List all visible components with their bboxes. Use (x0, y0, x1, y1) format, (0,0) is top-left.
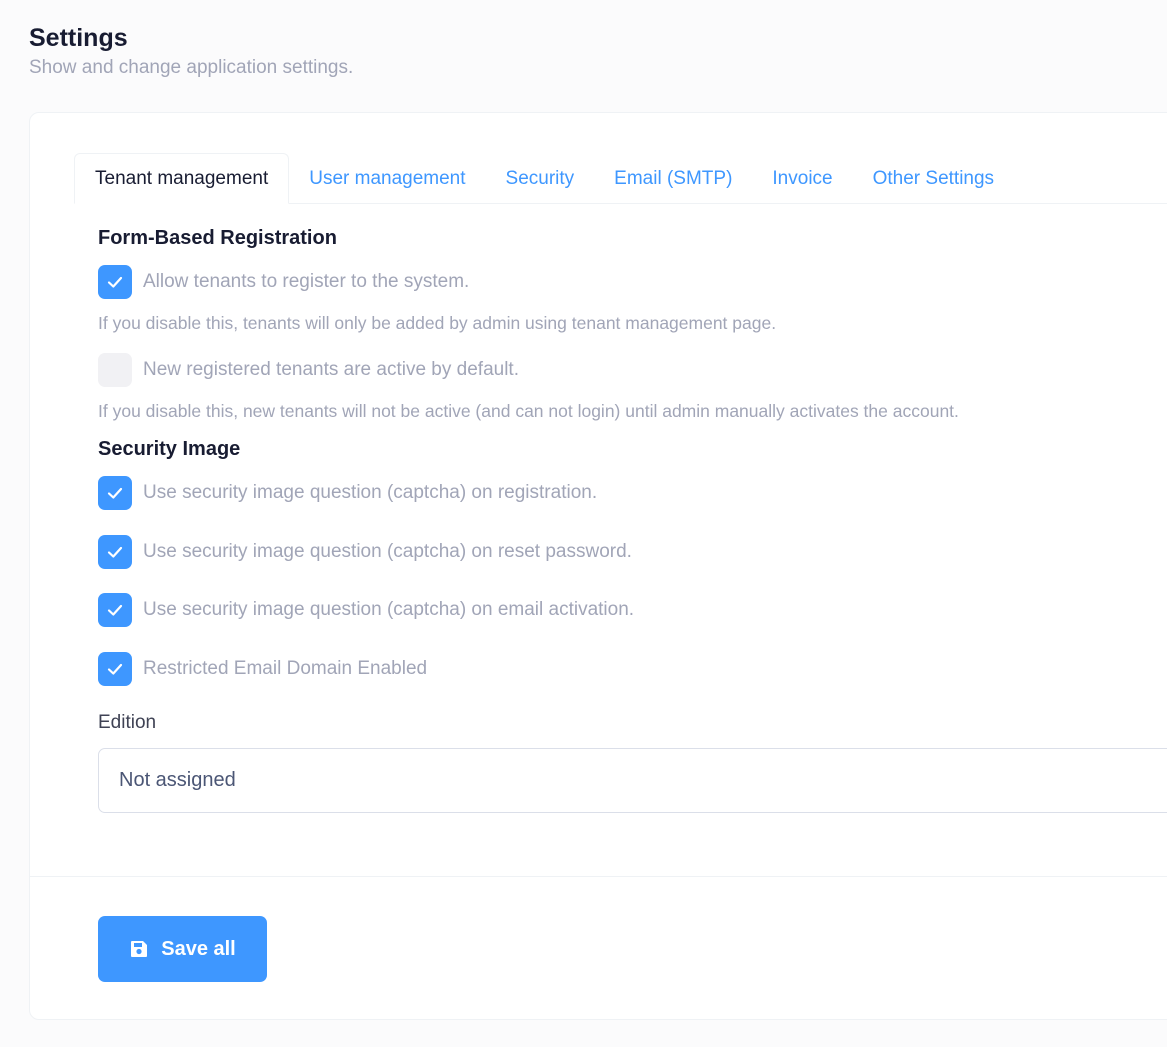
edition-select[interactable]: Not assigned (98, 748, 1167, 813)
captcha-email-activation-row: Use security image question (captcha) on… (98, 593, 634, 627)
check-icon (107, 663, 123, 675)
tab-email-smtp[interactable]: Email (SMTP) (594, 154, 752, 203)
tab-other-settings[interactable]: Other Settings (853, 154, 1014, 203)
floppy-disk-icon (129, 939, 149, 959)
active-default-checkbox[interactable] (98, 353, 132, 387)
captcha-registration-label[interactable]: Use security image question (captcha) on… (143, 482, 597, 504)
save-all-button[interactable]: Save all (98, 916, 267, 982)
tab-bar: Tenant management User management Securi… (74, 153, 1167, 204)
page-title: Settings (29, 24, 128, 52)
captcha-reset-password-row: Use security image question (captcha) on… (98, 535, 632, 569)
tab-invoice[interactable]: Invoice (752, 154, 852, 203)
allow-register-row: Allow tenants to register to the system. (98, 265, 469, 299)
security-image-title: Security Image (98, 438, 241, 460)
edition-select-value: Not assigned (119, 769, 236, 791)
restricted-email-domain-label[interactable]: Restricted Email Domain Enabled (143, 658, 427, 680)
edition-label: Edition (98, 712, 157, 733)
form-registration-title: Form-Based Registration (98, 227, 337, 249)
page-header: Settings Show and change application set… (29, 22, 353, 80)
active-default-hint: If you disable this, new tenants will no… (98, 401, 959, 421)
captcha-reset-password-label[interactable]: Use security image question (captcha) on… (143, 541, 632, 563)
check-icon (107, 604, 123, 616)
card-footer-divider (30, 876, 1167, 877)
captcha-reset-password-checkbox[interactable] (98, 535, 132, 569)
check-icon (107, 546, 123, 558)
captcha-registration-row: Use security image question (captcha) on… (98, 476, 597, 510)
tab-security[interactable]: Security (486, 154, 595, 203)
captcha-email-activation-checkbox[interactable] (98, 593, 132, 627)
active-default-label[interactable]: New registered tenants are active by def… (143, 359, 519, 381)
save-all-label: Save all (161, 937, 236, 960)
allow-register-label[interactable]: Allow tenants to register to the system. (143, 271, 469, 293)
tab-user-management[interactable]: User management (289, 154, 485, 203)
active-default-row: New registered tenants are active by def… (98, 353, 519, 387)
allow-register-checkbox[interactable] (98, 265, 132, 299)
captcha-registration-checkbox[interactable] (98, 476, 132, 510)
captcha-email-activation-label[interactable]: Use security image question (captcha) on… (143, 599, 634, 621)
check-icon (107, 276, 123, 288)
allow-register-hint: If you disable this, tenants will only b… (98, 313, 777, 333)
tab-tenant-management[interactable]: Tenant management (74, 153, 290, 204)
check-icon (107, 487, 123, 499)
restricted-email-domain-row: Restricted Email Domain Enabled (98, 652, 427, 686)
page-subtitle: Show and change application settings. (29, 57, 354, 78)
settings-card: Tenant management User management Securi… (29, 112, 1167, 1020)
restricted-email-domain-checkbox[interactable] (98, 652, 132, 686)
